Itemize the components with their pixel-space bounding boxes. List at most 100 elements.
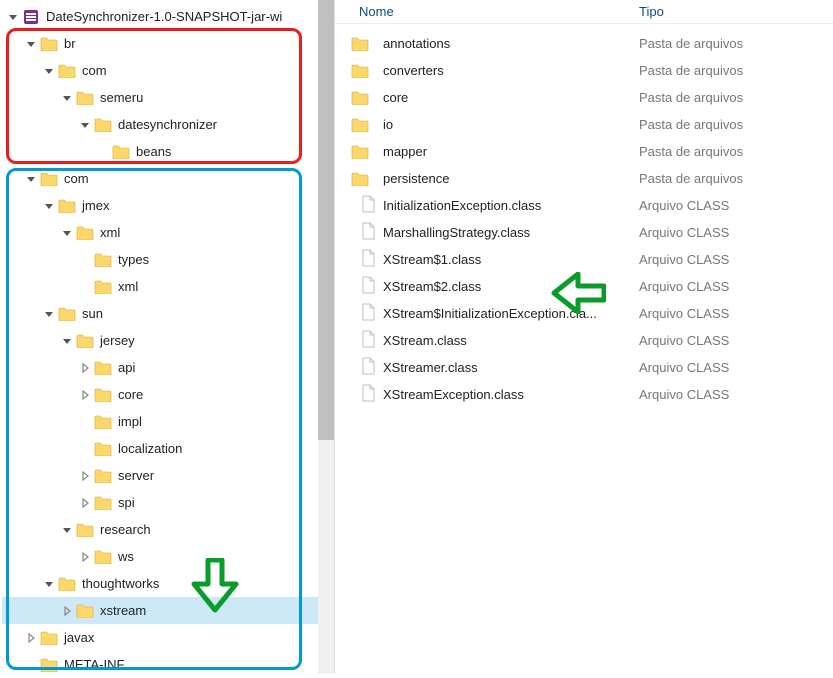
file-row[interactable]: annotationsPasta de arquivos (335, 30, 833, 57)
chevron-right-icon[interactable] (78, 469, 92, 483)
file-row[interactable]: corePasta de arquivos (335, 84, 833, 111)
tree-item-label: research (100, 522, 151, 537)
chevron-right-icon[interactable] (78, 361, 92, 375)
file-name: converters (383, 63, 631, 78)
folder-icon (94, 279, 112, 295)
chevron-right-icon[interactable] (78, 550, 92, 564)
tree-item-spi[interactable]: spi (2, 489, 334, 516)
file-row[interactable]: convertersPasta de arquivos (335, 57, 833, 84)
chevron-down-icon[interactable] (60, 91, 74, 105)
tree-item-label: xstream (100, 603, 146, 618)
file-type: Arquivo CLASS (631, 333, 729, 348)
tree-item-server[interactable]: server (2, 462, 334, 489)
file-name: mapper (383, 144, 631, 159)
tree-item-root[interactable]: DateSynchronizer-1.0-SNAPSHOT-jar-wi (2, 3, 334, 30)
folder-icon (76, 333, 94, 349)
file-type: Pasta de arquivos (631, 63, 743, 78)
chevron-right-icon[interactable] (78, 388, 92, 402)
file-type: Arquivo CLASS (631, 198, 729, 213)
file-row[interactable]: XStream$2.classArquivo CLASS (335, 273, 833, 300)
chevron-down-icon[interactable] (24, 37, 38, 51)
chevron-down-icon[interactable] (42, 199, 56, 213)
tree-item-xstream[interactable]: xstream (2, 597, 334, 624)
tree-item-localization[interactable]: localization (2, 435, 334, 462)
chevron-down-icon[interactable] (78, 118, 92, 132)
file-row[interactable]: mapperPasta de arquivos (335, 138, 833, 165)
folder-icon (40, 171, 58, 187)
tree-item-xml[interactable]: xml (2, 219, 334, 246)
tree-item-semeru[interactable]: semeru (2, 84, 334, 111)
folder-icon (351, 36, 369, 52)
tree-item-jmex[interactable]: jmex (2, 192, 334, 219)
tree-item-label: server (118, 468, 154, 483)
tree-item-label: com (82, 63, 107, 78)
chevron-down-icon[interactable] (60, 226, 74, 240)
chevron-down-icon[interactable] (60, 334, 74, 348)
folder-icon (94, 387, 112, 403)
file-row[interactable]: XStreamer.classArquivo CLASS (335, 354, 833, 381)
file-row[interactable]: ioPasta de arquivos (335, 111, 833, 138)
tree-item-label: DateSynchronizer-1.0-SNAPSHOT-jar-wi (46, 9, 282, 24)
file-type: Pasta de arquivos (631, 171, 743, 186)
tree-item-javax[interactable]: javax (2, 624, 334, 651)
chevron-right-icon[interactable] (60, 604, 74, 618)
tree-item-com[interactable]: com (2, 165, 334, 192)
tree-item-beans[interactable]: beans (2, 138, 334, 165)
tree-item-com[interactable]: com (2, 57, 334, 84)
tree-item-xml[interactable]: xml (2, 273, 334, 300)
tree-item-label: com (64, 171, 89, 186)
tree-item-br[interactable]: br (2, 30, 334, 57)
folder-icon (94, 468, 112, 484)
tree-item-jersey[interactable]: jersey (2, 327, 334, 354)
tree-item-api[interactable]: api (2, 354, 334, 381)
file-type: Pasta de arquivos (631, 90, 743, 105)
tree-panel: DateSynchronizer-1.0-SNAPSHOT-jar-wi br co… (0, 0, 335, 674)
chevron-right-icon[interactable] (24, 631, 38, 645)
tree-item-thoughtworks[interactable]: thoughtworks (2, 570, 334, 597)
file-row[interactable]: XStreamException.classArquivo CLASS (335, 381, 833, 408)
file-row[interactable]: InitializationException.classArquivo CLA… (335, 192, 833, 219)
tree-item-label: impl (118, 414, 142, 429)
chevron-down-icon[interactable] (24, 172, 38, 186)
file-row[interactable]: XStream$InitializationException.cla...Ar… (335, 300, 833, 327)
file-icon (361, 195, 375, 216)
file-icon (361, 249, 375, 270)
column-header-nome[interactable]: Nome (335, 4, 631, 19)
file-panel: Nome Tipo annotationsPasta de arquivosco… (335, 0, 833, 674)
folder-icon (351, 63, 369, 79)
tree-item-datesynchronizer[interactable]: datesynchronizer (2, 111, 334, 138)
tree-item-types[interactable]: types (2, 246, 334, 273)
file-row[interactable]: XStream$1.classArquivo CLASS (335, 246, 833, 273)
folder-icon (40, 630, 58, 646)
tree-item-label: META-INF (64, 657, 124, 672)
chevron-down-icon[interactable] (6, 10, 20, 24)
file-name: annotations (383, 36, 631, 51)
chevron-down-icon[interactable] (42, 307, 56, 321)
folder-icon (58, 198, 76, 214)
file-row[interactable]: MarshallingStrategy.classArquivo CLASS (335, 219, 833, 246)
chevron-down-icon[interactable] (42, 64, 56, 78)
tree-item-sun[interactable]: sun (2, 300, 334, 327)
archive-icon (22, 9, 40, 25)
folder-icon (76, 225, 94, 241)
tree-item-core[interactable]: core (2, 381, 334, 408)
folder-icon (94, 414, 112, 430)
tree-item-research[interactable]: research (2, 516, 334, 543)
folder-icon (58, 306, 76, 322)
folder-icon (94, 360, 112, 376)
column-header-tipo[interactable]: Tipo (631, 4, 833, 19)
file-name: XStream$1.class (383, 252, 631, 267)
file-name: MarshallingStrategy.class (383, 225, 631, 240)
tree-item-label: core (118, 387, 143, 402)
tree-item-ws[interactable]: ws (2, 543, 334, 570)
file-row[interactable]: XStream.classArquivo CLASS (335, 327, 833, 354)
file-row[interactable]: persistencePasta de arquivos (335, 165, 833, 192)
chevron-down-icon[interactable] (42, 577, 56, 591)
file-type: Arquivo CLASS (631, 387, 729, 402)
chevron-down-icon[interactable] (60, 523, 74, 537)
tree-item-impl[interactable]: impl (2, 408, 334, 435)
file-icon (361, 303, 375, 324)
file-name: io (383, 117, 631, 132)
scrollbar-thumb[interactable] (318, 0, 334, 440)
chevron-right-icon[interactable] (78, 496, 92, 510)
